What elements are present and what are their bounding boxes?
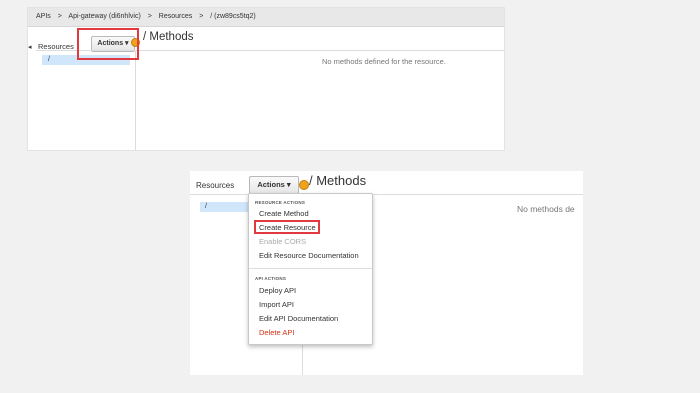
actions-dropdown-menu: RESOURCE ACTIONS Create Method Create Re… [248, 193, 373, 345]
menu-divider [249, 268, 372, 269]
resources-heading: Resources [196, 181, 235, 190]
breadcrumb-api-link[interactable]: Api-gateway (di6nhlvic) [68, 13, 140, 20]
highlight-box [254, 220, 320, 234]
import-api-menu-item[interactable]: Import API [259, 300, 294, 309]
status-dot-icon [299, 180, 309, 190]
page-title: / Methods [309, 173, 367, 188]
delete-api-menu-item[interactable]: Delete API [259, 328, 294, 337]
deploy-api-menu-item[interactable]: Deploy API [259, 286, 296, 295]
breadcrumb-apis-link[interactable]: APIs [36, 13, 51, 20]
api-gateway-resources-panel: APIs > Api-gateway (di6nhlvic) > Resourc… [27, 7, 505, 151]
breadcrumb-current-resource: / (zw89cs5tq2) [210, 13, 256, 20]
resource-actions-heading: RESOURCE ACTIONS [255, 200, 306, 205]
resource-tree: / [36, 50, 136, 150]
api-actions-heading: API ACTIONS [255, 276, 287, 281]
resource-tree-item-root[interactable]: / [200, 202, 252, 212]
edit-resource-documentation-menu-item[interactable]: Edit Resource Documentation [259, 251, 359, 260]
breadcrumb-separator: > [147, 13, 152, 20]
breadcrumb: APIs > Api-gateway (di6nhlvic) > Resourc… [28, 8, 504, 27]
breadcrumb-separator: > [57, 13, 62, 20]
create-method-menu-item[interactable]: Create Method [259, 209, 309, 218]
breadcrumb-resources-link[interactable]: Resources [159, 13, 192, 20]
collapse-left-icon[interactable]: ◂ [28, 43, 34, 53]
breadcrumb-separator: > [199, 13, 204, 20]
divider [135, 50, 504, 51]
actions-button[interactable]: Actions ▾ [249, 176, 299, 194]
page-title: / Methods [143, 31, 194, 43]
empty-methods-message: No methods de [517, 204, 575, 214]
edit-api-documentation-menu-item[interactable]: Edit API Documentation [259, 314, 338, 323]
empty-methods-message: No methods defined for the resource. [322, 57, 446, 66]
highlight-box [77, 28, 139, 60]
enable-cors-menu-item[interactable]: Enable CORS [259, 237, 306, 246]
actions-menu-panel: Resources Actions ▾ / Methods / No metho… [190, 171, 583, 375]
